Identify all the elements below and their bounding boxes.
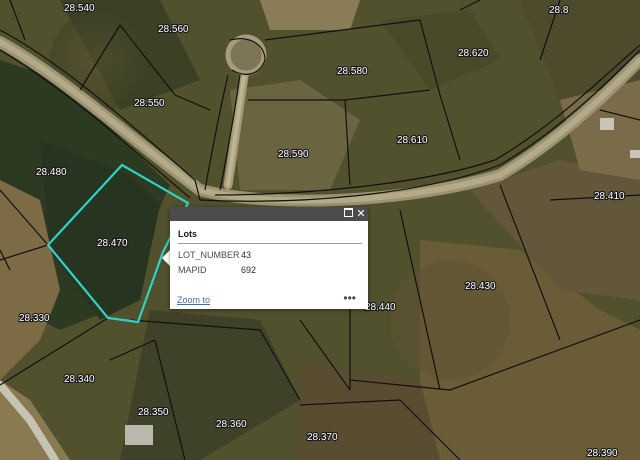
lot-label: 28.580	[337, 66, 368, 77]
lot-label: 28.8	[549, 5, 569, 16]
lot-label: 28.340	[64, 374, 95, 385]
lot-label: 28.470	[97, 238, 128, 249]
lot-label: 28.610	[397, 135, 428, 146]
lot-label: 28.430	[465, 281, 496, 292]
field-label-mapid: MAPID	[178, 265, 207, 275]
popup-header: ✕	[170, 207, 368, 221]
divider	[178, 243, 362, 244]
lot-label: 28.560	[158, 24, 189, 35]
lot-label: 28.360	[216, 419, 247, 430]
field-label-lot-number: LOT_NUMBER	[178, 250, 240, 260]
lot-label: 28.440	[365, 302, 396, 313]
lot-label: 28.590	[278, 149, 309, 160]
lot-label: 28.480	[36, 167, 67, 178]
lot-label: 28.330	[19, 313, 50, 324]
popup-pointer	[162, 250, 170, 266]
zoom-to-link[interactable]: Zoom to	[177, 295, 210, 305]
field-value-lot-number: 43	[241, 250, 252, 260]
lot-label: 28.390	[587, 448, 618, 459]
lot-label: 28.350	[138, 407, 169, 418]
close-button[interactable]: ✕	[355, 208, 367, 220]
lot-label: 28.620	[458, 48, 489, 59]
lot-label: 28.550	[134, 98, 165, 109]
feature-popup: ✕ Lots LOT_NUMBER 43 MAPID 692 Zoom to •…	[170, 207, 368, 309]
maximize-icon	[343, 207, 353, 217]
field-value-mapid: 692	[241, 265, 257, 275]
lot-label: 28.410	[594, 191, 625, 202]
close-icon: ✕	[356, 208, 366, 220]
lot-label: 28.540	[64, 3, 95, 14]
popup-title: Lots	[178, 229, 197, 239]
lot-label: 28.370	[307, 432, 338, 443]
maximize-button[interactable]	[342, 207, 354, 220]
more-options-button[interactable]: •••	[343, 291, 356, 305]
